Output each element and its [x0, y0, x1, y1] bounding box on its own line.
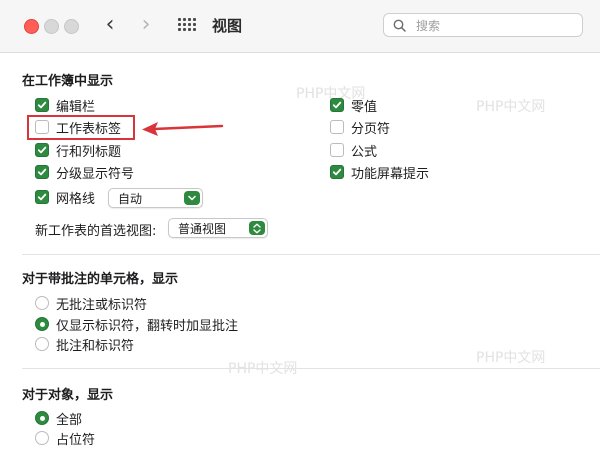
section-divider	[22, 368, 600, 369]
section-title-comment-cells: 对于带批注的单元格，显示	[22, 272, 179, 287]
select-value: 自动	[118, 191, 143, 206]
checkbox-label: 分页符	[351, 121, 391, 137]
checkbox-label: 编辑栏	[56, 99, 96, 115]
watermark-text: PHP中文网	[476, 350, 546, 366]
checkbox-unchecked[interactable]	[330, 120, 344, 134]
checkbox-label: 行和列标题	[56, 144, 122, 160]
checkbox-checked[interactable]	[35, 190, 49, 204]
checkbox-label: 功能屏幕提示	[351, 166, 430, 182]
checkbox-checked[interactable]	[35, 165, 49, 179]
window-title: 视图	[212, 17, 243, 35]
radio-row-comments-and-indicators[interactable]: 批注和标识符	[35, 335, 135, 354]
checkbox-row-headings[interactable]: 行和列标题	[35, 141, 122, 160]
checkbox-checked[interactable]	[35, 143, 49, 157]
radio-selected[interactable]	[35, 411, 49, 425]
checkbox-unchecked[interactable]	[330, 143, 344, 157]
checkbox-label: 分级显示符号	[56, 166, 135, 182]
radio-label: 仅显示标识符，翻转时加显批注	[56, 318, 239, 334]
radio-row-indicators-only[interactable]: 仅显示标识符，翻转时加显批注	[35, 315, 239, 334]
window-toolbar: ‹ › 视图	[0, 0, 600, 53]
search-field[interactable]	[383, 13, 583, 37]
radio-unselected[interactable]	[35, 337, 49, 351]
checkbox-row-formulas[interactable]: 公式	[330, 141, 378, 160]
radio-label: 无批注或标识符	[56, 297, 148, 313]
checkbox-label: 网格线	[56, 191, 96, 207]
radio-label: 全部	[56, 412, 83, 428]
checkmark-icon	[37, 101, 47, 109]
watermark-text: PHP中文网	[476, 99, 546, 115]
annotation-highlight-box	[27, 115, 135, 140]
show-all-grid-icon[interactable]	[178, 18, 196, 32]
checkmark-icon	[332, 101, 342, 109]
radio-label: 占位符	[56, 432, 96, 448]
checkmark-icon	[37, 146, 47, 154]
section-title-show-in-workbook: 在工作簿中显示	[22, 74, 114, 89]
checkbox-row-page-breaks[interactable]: 分页符	[330, 118, 391, 137]
radio-selected[interactable]	[35, 317, 49, 331]
close-window-button[interactable]	[24, 19, 39, 34]
radio-label: 批注和标识符	[56, 338, 135, 354]
checkbox-checked[interactable]	[330, 98, 344, 112]
minimize-window-button[interactable]	[44, 19, 59, 34]
checkmark-icon	[37, 168, 47, 176]
chevron-down-icon	[184, 191, 200, 205]
checkbox-row-outline-symbols[interactable]: 分级显示符号	[35, 163, 135, 182]
gridline-color-select[interactable]: 自动	[108, 188, 203, 208]
forward-chevron-icon[interactable]: ›	[134, 12, 158, 38]
radio-row-placeholders[interactable]: 占位符	[35, 429, 96, 448]
checkmark-icon	[332, 168, 342, 176]
radio-unselected[interactable]	[35, 296, 49, 310]
back-chevron-icon[interactable]: ‹	[98, 12, 122, 38]
zoom-window-button[interactable]	[64, 19, 79, 34]
up-down-stepper-icon	[249, 221, 265, 235]
preferred-view-label: 新工作表的首选视图:	[35, 224, 157, 239]
checkbox-row-zero-values[interactable]: 零值	[330, 96, 378, 115]
radio-row-no-comments[interactable]: 无批注或标识符	[35, 294, 148, 313]
section-title-objects: 对于对象，显示	[22, 388, 114, 403]
annotation-arrow-icon	[142, 122, 224, 136]
search-input[interactable]	[414, 16, 578, 36]
preferred-view-select[interactable]: 普通视图	[168, 218, 268, 238]
checkbox-checked[interactable]	[330, 165, 344, 179]
radio-unselected[interactable]	[35, 431, 49, 445]
checkbox-label: 零值	[351, 99, 378, 115]
checkmark-icon	[37, 193, 47, 201]
select-value: 普通视图	[178, 221, 227, 236]
checkbox-label: 公式	[351, 144, 378, 160]
checkbox-checked[interactable]	[35, 98, 49, 112]
checkbox-row-formula-bar[interactable]: 编辑栏	[35, 96, 96, 115]
checkbox-row-gridlines[interactable]: 网格线	[35, 188, 96, 207]
radio-row-all[interactable]: 全部	[35, 409, 83, 428]
checkbox-row-function-tooltips[interactable]: 功能屏幕提示	[330, 163, 430, 182]
search-icon	[393, 19, 406, 32]
section-divider	[22, 254, 600, 255]
